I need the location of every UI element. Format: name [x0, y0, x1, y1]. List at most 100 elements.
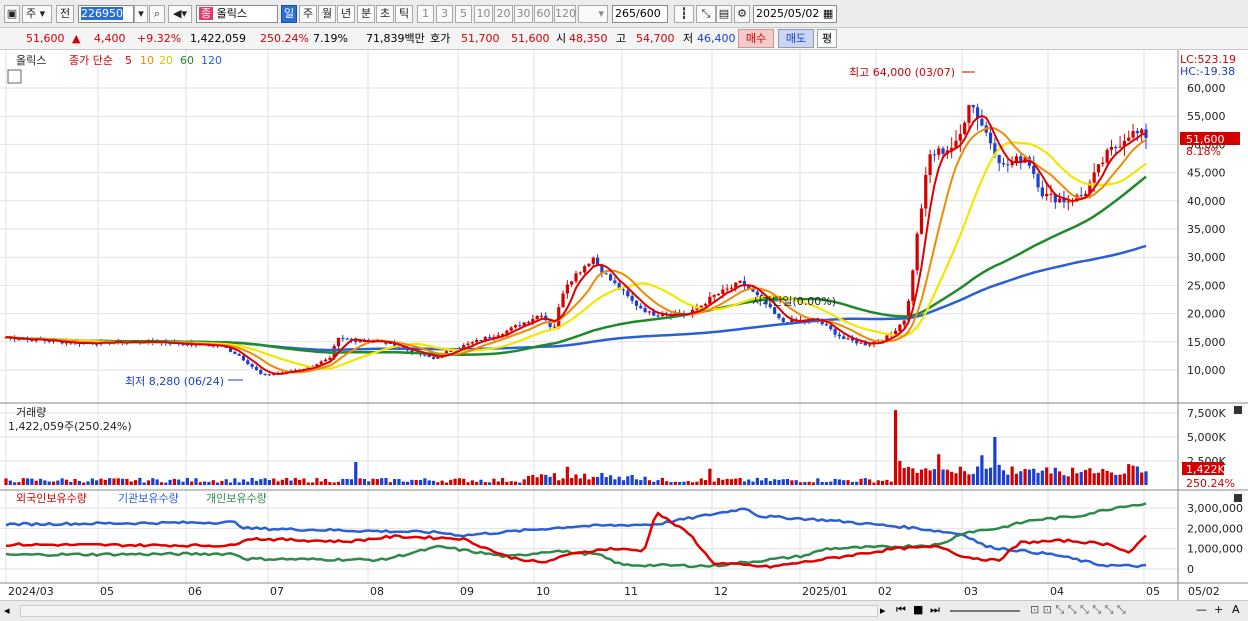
- save-icon[interactable]: ▤: [716, 5, 732, 23]
- interval-30[interactable]: 30: [514, 5, 533, 23]
- candle-body: [1049, 193, 1053, 195]
- code-dropdown-icon[interactable]: ▾: [134, 5, 148, 23]
- interval-120[interactable]: 120: [554, 5, 576, 23]
- date-input[interactable]: 2025/05/02 ▦: [753, 5, 837, 23]
- open-price: 48,350: [569, 32, 608, 45]
- interval-10[interactable]: 10: [474, 5, 493, 23]
- volume-bar: [738, 477, 742, 485]
- sell-button[interactable]: 매도: [778, 29, 814, 48]
- volume-bar: [345, 478, 349, 485]
- holding-close-icon[interactable]: [1234, 494, 1242, 502]
- period-week[interactable]: 주: [299, 5, 317, 23]
- market-select[interactable]: 주 ▾: [22, 5, 52, 23]
- speaker-icon[interactable]: ◀▾: [168, 5, 192, 23]
- interval-60[interactable]: 60: [534, 5, 553, 23]
- volume-bar: [358, 478, 362, 485]
- first-icon[interactable]: ⏮: [896, 603, 906, 617]
- candle-body: [621, 289, 626, 291]
- candle-body: [963, 122, 967, 135]
- interval-dropdown[interactable]: ▾: [578, 5, 608, 23]
- candle-body: [846, 338, 850, 340]
- volume-bar: [678, 482, 682, 485]
- candle-body: [824, 324, 829, 326]
- gear-icon[interactable]: ⚙: [734, 5, 750, 23]
- period-second[interactable]: 초: [376, 5, 394, 23]
- volume-bar: [496, 481, 500, 485]
- interval-5[interactable]: 5: [455, 5, 472, 23]
- candle-body: [241, 355, 246, 361]
- stop-icon[interactable]: ■: [913, 603, 923, 616]
- count-input[interactable]: 265/600: [612, 5, 668, 23]
- interval-20[interactable]: 20: [494, 5, 513, 23]
- buy-button[interactable]: 매수: [738, 29, 774, 48]
- volume-bar: [423, 478, 427, 485]
- count-value: 265: [615, 7, 636, 20]
- volume-bar: [56, 480, 60, 485]
- scroll-track[interactable]: [20, 605, 878, 617]
- bottom-scrollbar[interactable]: ◂ ▸ ⏮ ■ ⏭ ⊡ ⊡ ⤡ ⤡ ⤡ ⤡ ⤡ ⤡ — + A: [0, 600, 1248, 621]
- volume-bar: [1049, 473, 1053, 485]
- last-icon[interactable]: ⏭: [930, 603, 940, 617]
- stock-chart[interactable]: 60,00055,00050,00045,00040,00035,00030,0…: [0, 50, 1248, 600]
- volume-bar: [587, 479, 591, 485]
- candle-body: [893, 330, 898, 335]
- period-tick[interactable]: 틱: [395, 5, 413, 23]
- candle-body: [630, 296, 634, 301]
- period-year[interactable]: 년: [337, 5, 355, 23]
- volume-bar: [427, 480, 431, 485]
- interval-1[interactable]: 1: [417, 5, 434, 23]
- volume-bar: [1040, 470, 1044, 485]
- eval-button[interactable]: 평: [817, 29, 837, 48]
- legend-ma5: 5: [125, 54, 132, 67]
- up-arrow-icon: ▲: [72, 32, 81, 45]
- candle-body: [570, 281, 574, 285]
- search-icon[interactable]: ⌕: [149, 5, 165, 23]
- volume-bar: [336, 481, 341, 485]
- volume-bar: [155, 479, 159, 485]
- volume-bar: [436, 482, 440, 485]
- volume-bar: [898, 461, 902, 485]
- draw-tool-icon[interactable]: ⤡: [696, 5, 716, 23]
- holding-tick-label: 3,000,000: [1187, 502, 1243, 515]
- volume-bar: [1023, 468, 1027, 485]
- window-icon[interactable]: ▣: [4, 5, 20, 23]
- period-minute[interactable]: 분: [357, 5, 375, 23]
- font-size-icon[interactable]: A: [1232, 603, 1240, 616]
- period-day[interactable]: 일: [281, 5, 297, 23]
- zoom-in-icon[interactable]: +: [1214, 603, 1223, 616]
- volume-bar: [652, 481, 656, 485]
- candle-type-icon[interactable]: ┇: [674, 5, 694, 23]
- scroll-right-icon[interactable]: ▸: [880, 604, 886, 617]
- volume-bar: [1066, 476, 1070, 485]
- volume-bar: [341, 478, 345, 485]
- candle-body: [988, 132, 993, 144]
- period-month[interactable]: 월: [318, 5, 336, 23]
- volume-bar: [280, 479, 284, 485]
- scroll-left-icon[interactable]: ◂: [4, 604, 10, 617]
- volume-bar: [751, 481, 755, 485]
- volume-bar: [695, 481, 699, 485]
- candle-body: [513, 325, 518, 328]
- volume-bar: [220, 480, 224, 485]
- volume-bar: [1118, 474, 1122, 485]
- volume-bar: [30, 478, 34, 485]
- volume-bar: [846, 480, 850, 485]
- candle-body: [578, 272, 582, 274]
- x-tick-label: 07: [270, 585, 284, 598]
- volume-close-icon[interactable]: [1234, 406, 1242, 414]
- candle-body: [470, 342, 474, 344]
- interval-3[interactable]: 3: [436, 5, 453, 23]
- table-icon[interactable]: [7, 69, 22, 84]
- candle-body: [656, 315, 660, 317]
- zoom-slider[interactable]: [950, 610, 1020, 612]
- zoom-out-icon[interactable]: —: [1196, 603, 1207, 616]
- tool-icons[interactable]: ⊡ ⊡ ⤡ ⤡ ⤡ ⤡ ⤡ ⤡: [1030, 603, 1126, 617]
- prev-button[interactable]: 전: [56, 5, 74, 23]
- stock-name-field[interactable]: 종 올릭스: [196, 5, 278, 23]
- legend-ma20: 20: [159, 54, 173, 67]
- stock-code-input[interactable]: 226950: [78, 5, 134, 23]
- volume-bar: [116, 478, 120, 485]
- volume-bar: [224, 479, 228, 485]
- volume-bar: [475, 481, 479, 485]
- volume-bar: [673, 481, 677, 485]
